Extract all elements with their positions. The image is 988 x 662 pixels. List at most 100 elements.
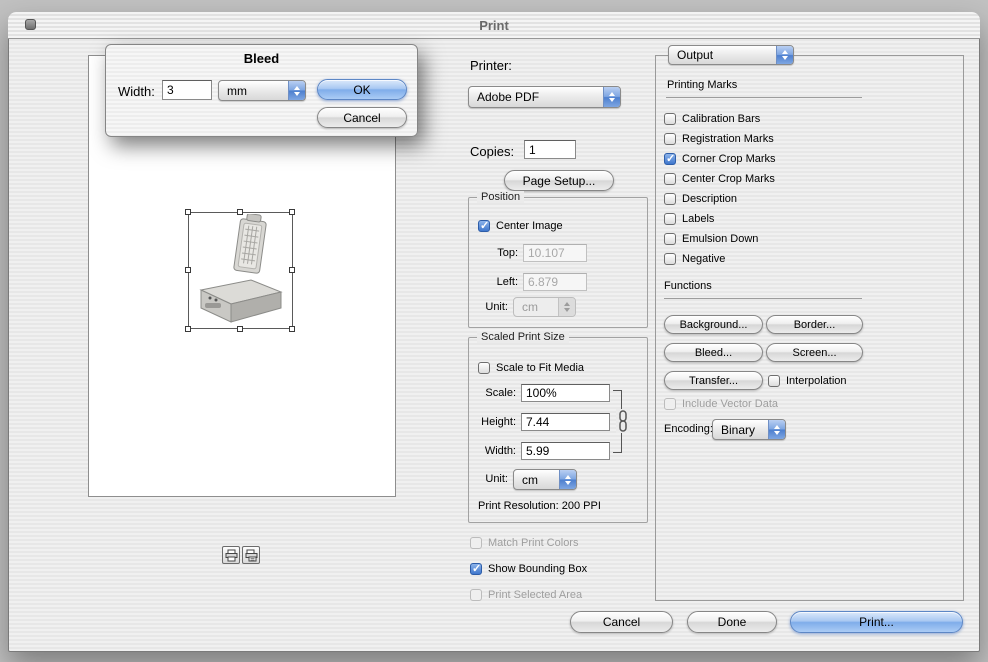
bbox-handle-nw[interactable] xyxy=(185,209,191,215)
print-selected-area-label: Print Selected Area xyxy=(488,589,583,601)
bleed-width-input[interactable] xyxy=(162,80,212,100)
background-button[interactable]: Background... xyxy=(664,315,763,334)
transfer-button-label: Transfer... xyxy=(688,374,739,387)
print-resolution-text: Print Resolution: 200 PPI xyxy=(478,500,601,512)
printing-marks-divider xyxy=(666,97,862,98)
scaled-unit-select[interactable]: cm xyxy=(513,469,577,490)
registration-marks-checkbox[interactable]: Registration Marks xyxy=(664,132,774,146)
corner-crop-marks-label: Corner Crop Marks xyxy=(682,153,776,165)
copies-input[interactable] xyxy=(524,140,576,159)
bleed-dialog: Bleed Width: mm OK Cancel xyxy=(105,44,418,137)
negative-checkbox[interactable]: Negative xyxy=(664,252,725,266)
page-setup-label: Page Setup... xyxy=(522,173,596,188)
checkbox-box xyxy=(664,398,676,410)
printer-select-value: Adobe PDF xyxy=(477,90,540,104)
height-input[interactable] xyxy=(521,413,610,431)
center-image-label: Center Image xyxy=(496,220,563,232)
document-preview-image xyxy=(199,214,283,323)
bbox-handle-w[interactable] xyxy=(185,267,191,273)
scale-input[interactable] xyxy=(521,384,610,402)
bbox-handle-sw[interactable] xyxy=(185,326,191,332)
bbox-handle-s[interactable] xyxy=(237,326,243,332)
printer-icon-button-left[interactable] xyxy=(222,546,240,564)
cancel-button[interactable]: Cancel xyxy=(570,611,673,633)
registration-marks-label: Registration Marks xyxy=(682,133,774,145)
scaled-unit-value: cm xyxy=(522,472,538,487)
scaled-unit-label: Unit: xyxy=(485,473,508,485)
center-crop-marks-label: Center Crop Marks xyxy=(682,173,775,185)
bleed-unit-value: mm xyxy=(227,83,247,98)
bleed-unit-select[interactable]: mm xyxy=(218,80,306,101)
checkbox-box xyxy=(664,152,676,165)
preview-bounding-box[interactable] xyxy=(188,212,293,329)
done-button-label: Done xyxy=(717,615,747,629)
border-button-label: Border... xyxy=(793,318,836,331)
position-unit-value: cm xyxy=(522,300,538,314)
checkbox-box xyxy=(664,173,676,185)
center-crop-marks-checkbox[interactable]: Center Crop Marks xyxy=(664,172,775,186)
window-close-button[interactable] xyxy=(25,19,36,30)
bleed-dialog-title: Bleed xyxy=(243,51,280,66)
printer-icon-button-right[interactable] xyxy=(242,546,260,564)
width-label: Width: xyxy=(484,445,516,457)
bleed-cancel-button[interactable]: Cancel xyxy=(317,107,407,128)
bbox-handle-e[interactable] xyxy=(289,267,295,273)
printer-select[interactable]: Adobe PDF xyxy=(468,86,621,108)
scale-label: Scale: xyxy=(485,387,516,399)
screen-button-label: Screen... xyxy=(792,346,837,359)
screen-button[interactable]: Screen... xyxy=(766,343,863,362)
printer-icon xyxy=(225,549,237,561)
calibration-bars-label: Calibration Bars xyxy=(682,113,761,125)
print-button[interactable]: Print... xyxy=(790,611,963,633)
bleed-ok-button[interactable]: OK xyxy=(317,79,407,100)
center-image-checkbox[interactable]: Center Image xyxy=(478,219,563,233)
panel-mode-select[interactable]: Output xyxy=(668,45,794,65)
encoding-label: Encoding: xyxy=(664,423,713,435)
background-button-label: Background... xyxy=(679,318,748,331)
bleed-cancel-label: Cancel xyxy=(343,110,381,125)
checkbox-box xyxy=(664,253,676,265)
copies-label: Copies: xyxy=(470,144,515,159)
interpolation-checkbox[interactable]: Interpolation xyxy=(768,374,847,388)
done-button[interactable]: Done xyxy=(687,611,777,633)
negative-label: Negative xyxy=(682,253,726,265)
functions-label: Functions xyxy=(664,280,712,292)
checkbox-box xyxy=(664,113,676,125)
popup-arrows-icon xyxy=(559,470,576,489)
calibration-bars-checkbox[interactable]: Calibration Bars xyxy=(664,112,760,126)
checkbox-box xyxy=(470,537,482,549)
corner-crop-marks-checkbox[interactable]: Corner Crop Marks xyxy=(664,152,776,166)
position-legend: Position xyxy=(477,191,525,203)
bbox-handle-se[interactable] xyxy=(289,326,295,332)
checkbox-box xyxy=(478,219,490,232)
bleed-button[interactable]: Bleed... xyxy=(664,343,763,362)
scale-to-fit-checkbox[interactable]: Scale to Fit Media xyxy=(478,361,584,375)
labels-checkbox[interactable]: Labels xyxy=(664,212,714,226)
position-top-input xyxy=(523,244,587,262)
checkbox-box xyxy=(478,362,490,374)
bleed-button-label: Bleed... xyxy=(694,346,733,359)
width-input[interactable] xyxy=(521,442,610,460)
page-setup-button[interactable]: Page Setup... xyxy=(504,170,614,191)
window-titlebar[interactable]: Print xyxy=(8,12,980,39)
bleed-width-label: Width: xyxy=(118,84,155,99)
functions-divider xyxy=(664,298,862,299)
bbox-handle-n[interactable] xyxy=(237,209,243,215)
bbox-handle-ne[interactable] xyxy=(289,209,295,215)
printer-label: Printer: xyxy=(470,58,512,73)
scaled-print-size-legend: Scaled Print Size xyxy=(477,331,569,343)
description-checkbox[interactable]: Description xyxy=(664,192,737,206)
include-vector-data-checkbox: Include Vector Data xyxy=(664,397,778,411)
border-button[interactable]: Border... xyxy=(766,315,863,334)
printer-pages-icon xyxy=(245,549,257,561)
encoding-select[interactable]: Binary xyxy=(712,419,786,440)
emulsion-down-checkbox[interactable]: Emulsion Down xyxy=(664,232,758,246)
show-bounding-box-checkbox[interactable]: Show Bounding Box xyxy=(470,562,587,576)
checkbox-box xyxy=(664,133,676,145)
checkbox-box xyxy=(664,233,676,245)
transfer-button[interactable]: Transfer... xyxy=(664,371,763,390)
labels-label: Labels xyxy=(682,213,715,225)
description-label: Description xyxy=(682,193,738,205)
emulsion-down-label: Emulsion Down xyxy=(682,233,759,245)
include-vector-data-label: Include Vector Data xyxy=(682,398,779,410)
